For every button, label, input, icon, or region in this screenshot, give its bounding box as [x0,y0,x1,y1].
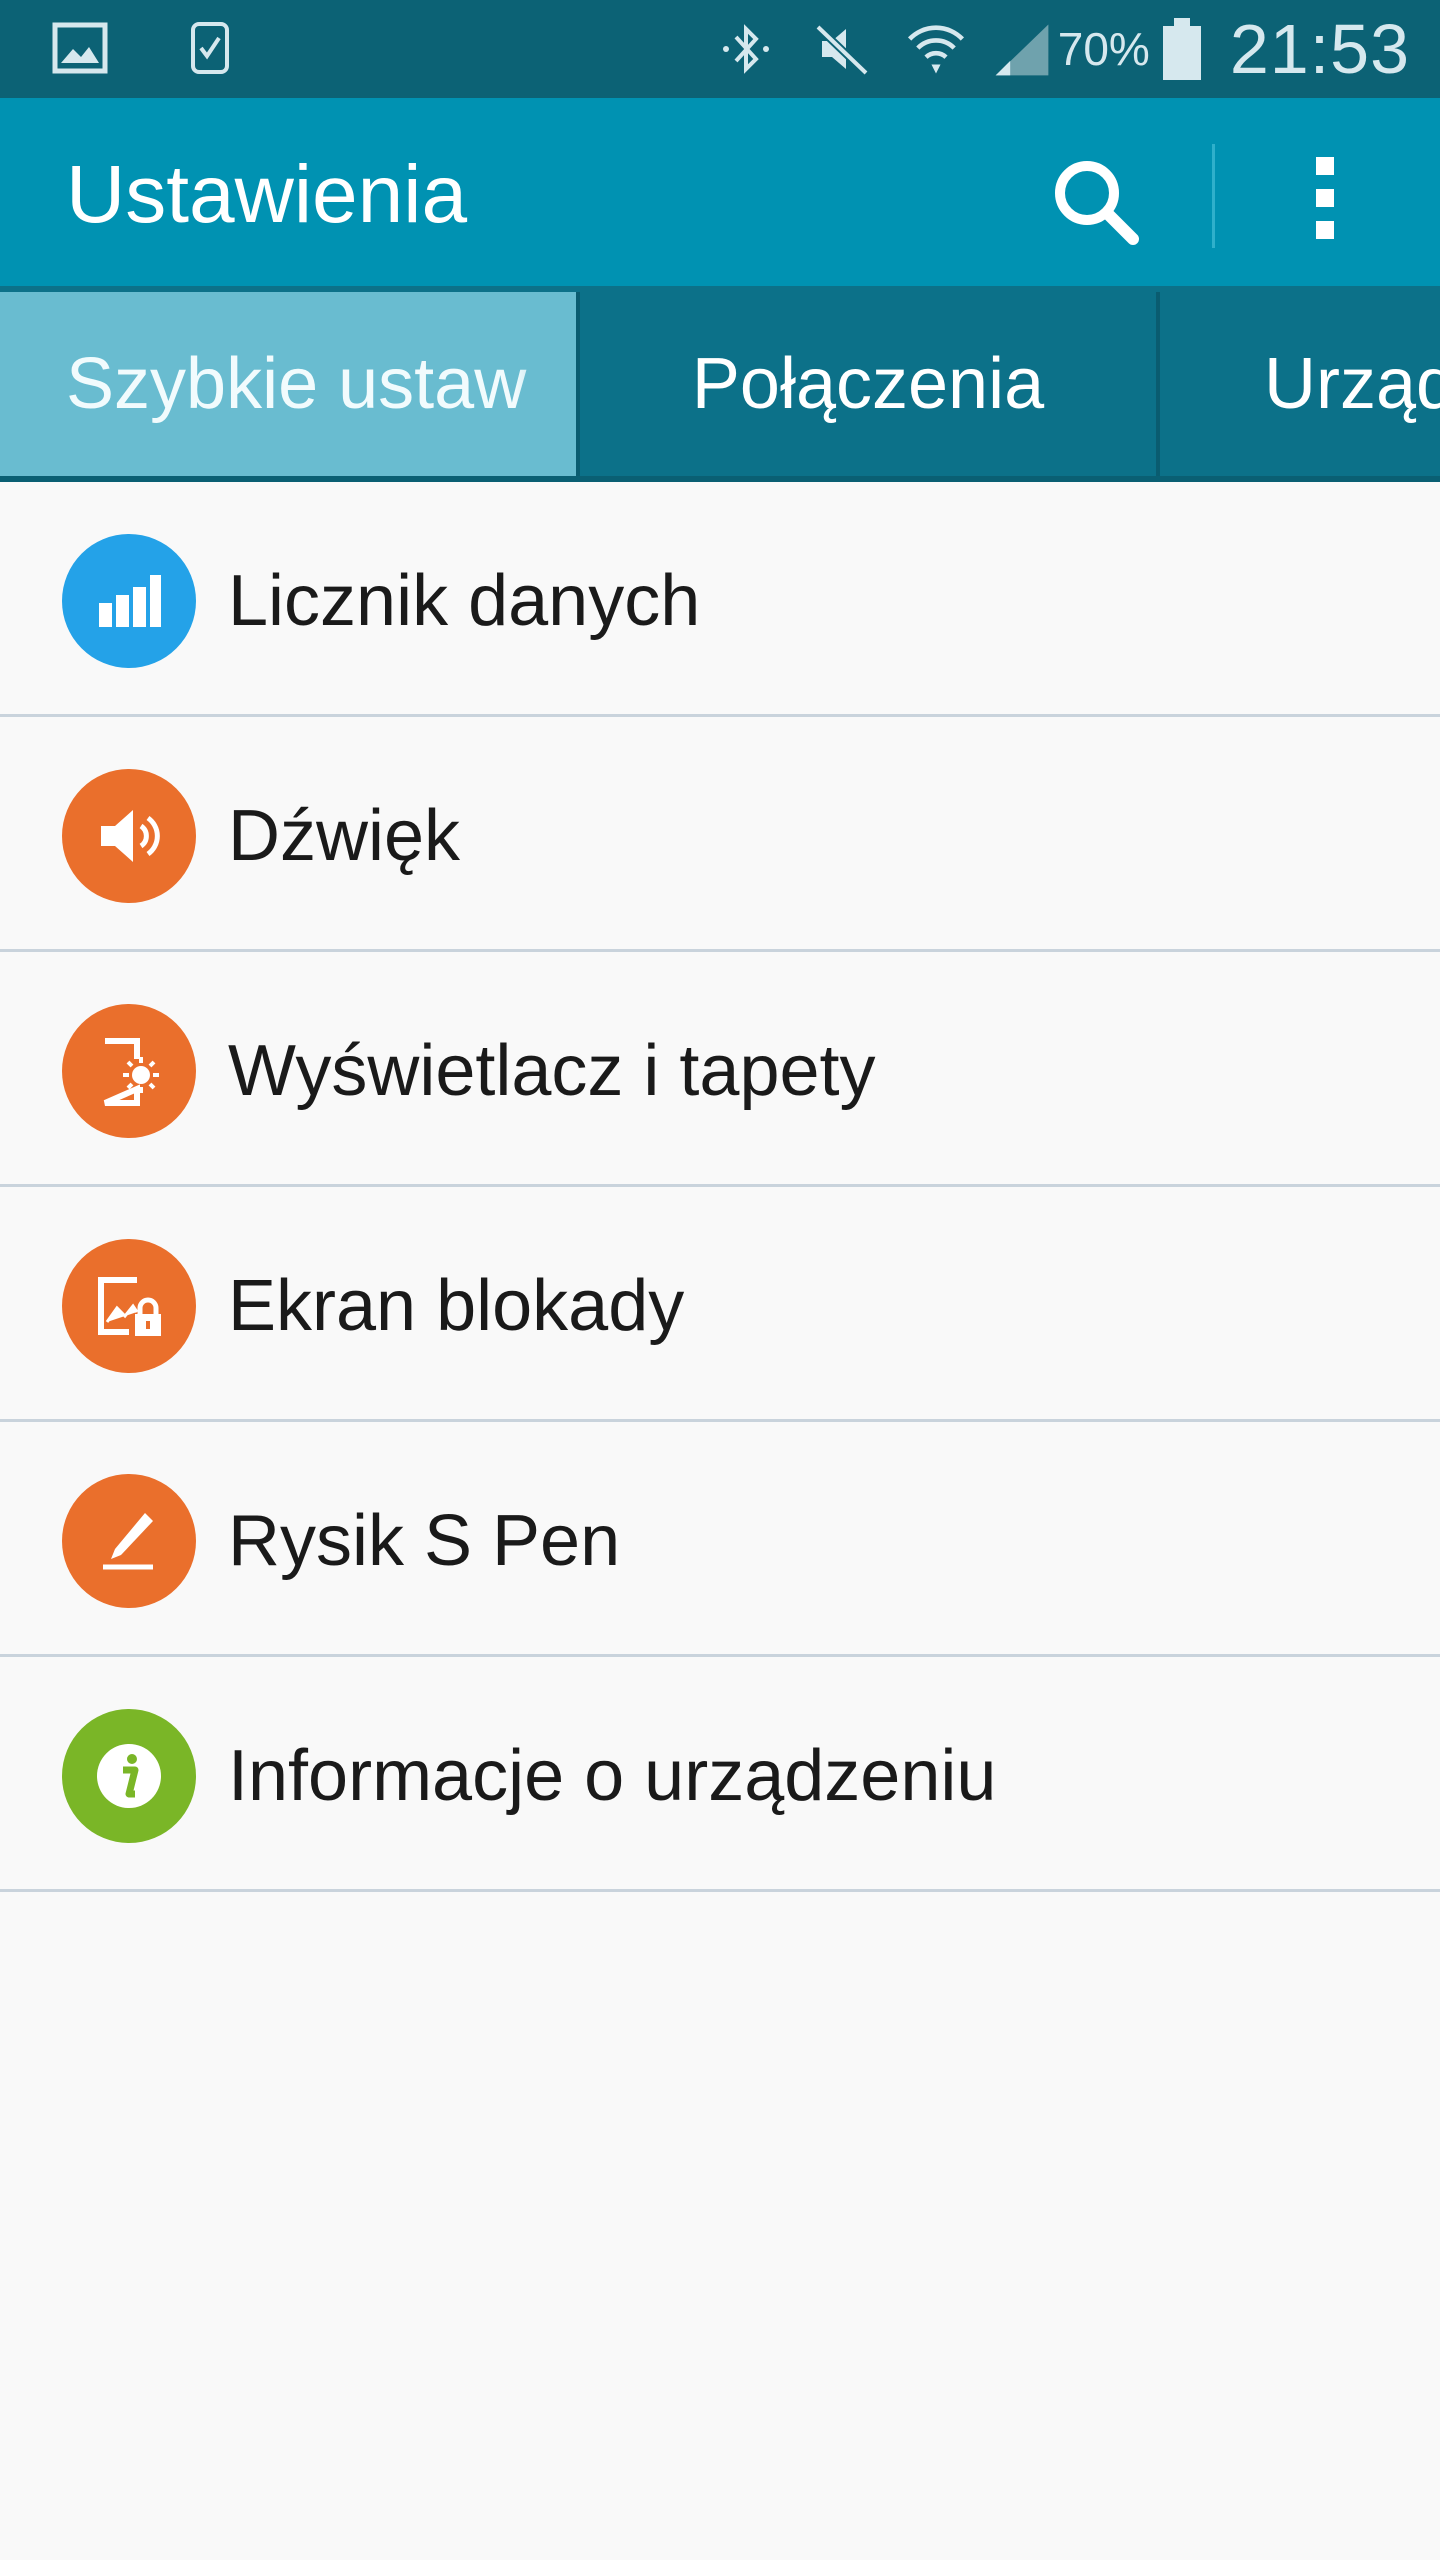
tab-bar: Szybkie ustaw Połączenia Urząd [0,286,1440,482]
list-item-about-device[interactable]: Informacje o urządzeniu [0,1657,1440,1892]
list-item-s-pen[interactable]: Rysik S Pen [0,1422,1440,1657]
tab-label: Szybkie ustaw [66,344,527,424]
s-pen-icon [62,1474,196,1608]
list-item-display[interactable]: Wyświetlacz i tapety [0,952,1440,1187]
clock: 21:53 [1229,10,1410,88]
battery-icon [1160,18,1204,80]
list-item-label: Ekran blokady [228,1266,685,1346]
tab-label: Urząd [1264,344,1440,424]
list-item-label: Dźwięk [228,796,461,876]
watch-icon [180,18,240,78]
info-icon [62,1709,196,1843]
status-bar: 70% 21:53 [0,0,1440,98]
tab-label: Połączenia [691,344,1045,424]
tab-quick-settings[interactable]: Szybkie ustaw [0,292,576,476]
list-item-label: Wyświetlacz i tapety [228,1031,876,1111]
toolbar-divider [1212,144,1215,248]
signal-icon [992,19,1052,79]
gallery-icon [50,18,110,78]
mute-icon [812,19,872,79]
list-item-data-usage[interactable]: Licznik danych [0,482,1440,717]
tab-connections[interactable]: Połączenia [580,292,1156,476]
list-item-label: Rysik S Pen [228,1501,621,1581]
lock-screen-icon [62,1239,196,1373]
wifi-icon [906,19,966,79]
speaker-icon [62,769,196,903]
list-item-label: Informacje o urządzeniu [228,1736,997,1816]
more-vert-icon-dot [1316,221,1334,239]
list-item-lock-screen[interactable]: Ekran blokady [0,1187,1440,1422]
more-vert-icon-dot [1316,189,1334,207]
tab-device[interactable]: Urząd [1160,292,1440,476]
more-vert-icon [1316,157,1334,175]
search-icon [1045,151,1145,256]
list-item-label: Licznik danych [228,561,701,641]
more-options-button[interactable] [1280,138,1370,258]
bluetooth-icon [716,19,776,79]
settings-list: Licznik danych Dźwięk Wyświetlacz i tape… [0,482,1440,1892]
data-usage-icon [62,534,196,668]
search-button[interactable] [1040,148,1150,258]
app-bar: Ustawienia [0,98,1440,286]
battery-percent: 70% [1057,23,1150,75]
display-brightness-icon [62,1004,196,1138]
list-item-sound[interactable]: Dźwięk [0,717,1440,952]
page-title: Ustawienia [66,149,468,240]
